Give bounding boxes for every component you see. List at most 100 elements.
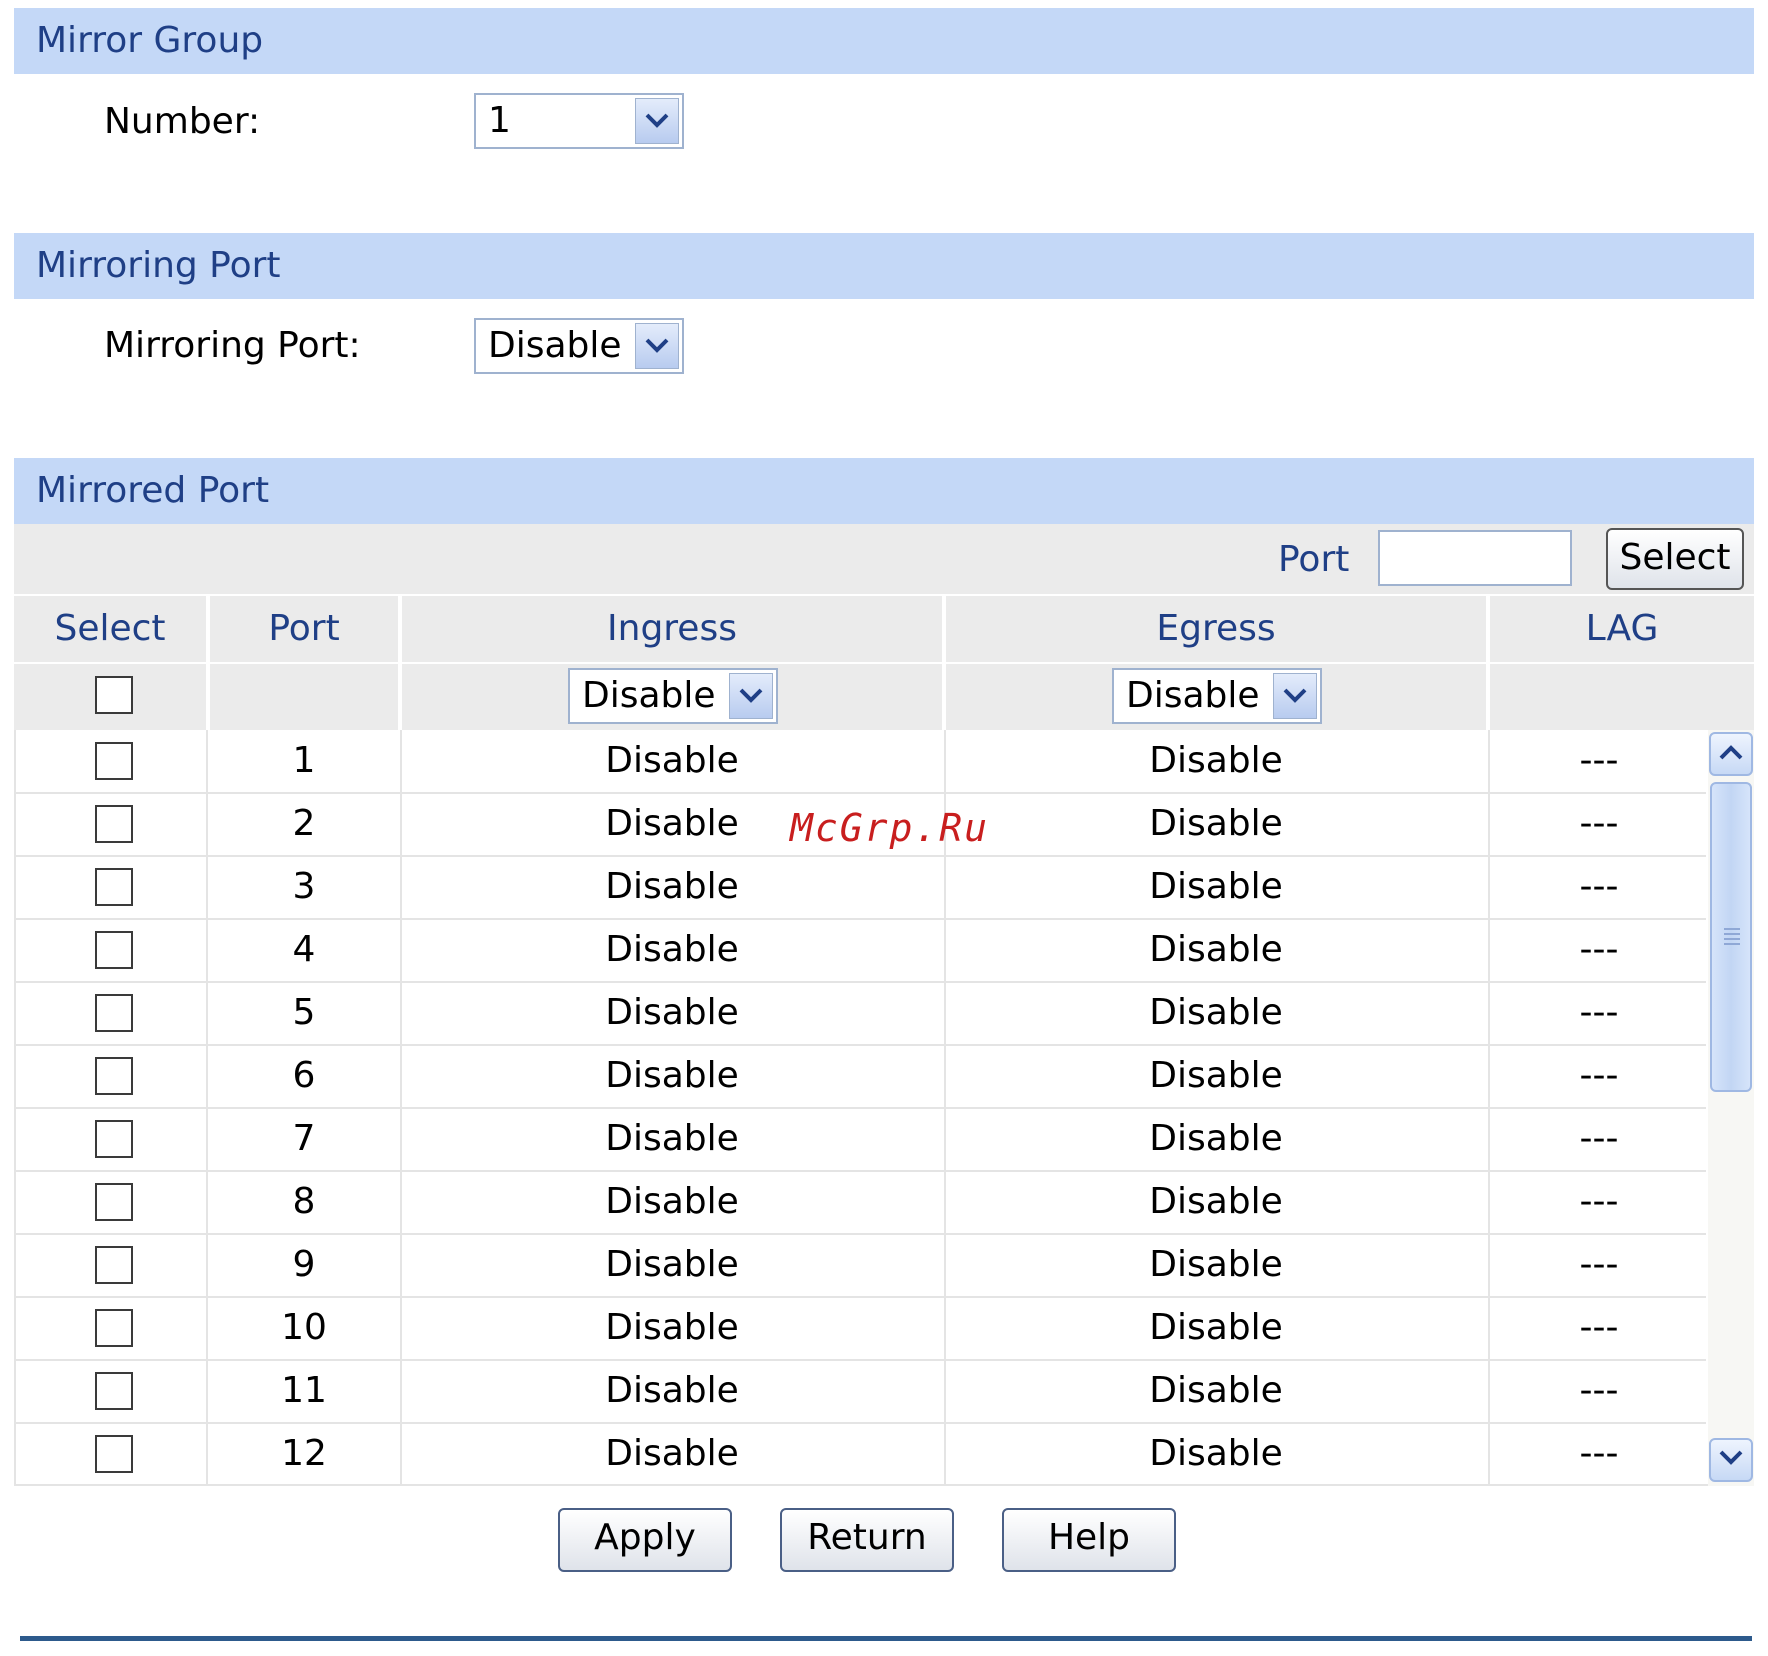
row-lag-value: --- xyxy=(1579,929,1619,970)
row-egress-status: Disable xyxy=(1149,740,1283,781)
row-lag-value: --- xyxy=(1579,1055,1619,1096)
ingress-all-select[interactable]: Disable xyxy=(568,668,778,724)
row-egress-status: Disable xyxy=(1149,1370,1283,1411)
column-separator xyxy=(942,596,946,730)
chevron-down-icon[interactable] xyxy=(1273,673,1317,719)
row-port-number: 11 xyxy=(281,1370,327,1411)
mirroring-port-label: Mirroring Port: xyxy=(104,325,361,366)
column-separator xyxy=(398,596,402,730)
port-select-button[interactable]: Select xyxy=(1606,528,1744,590)
scroll-up-button[interactable] xyxy=(1709,732,1753,776)
row-egress-status: Disable xyxy=(1149,929,1283,970)
row-ingress-status: Disable xyxy=(605,1055,739,1096)
row-ingress-status: Disable xyxy=(605,1244,739,1285)
mirroring-port-select-value: Disable xyxy=(488,325,622,366)
chevron-up-icon xyxy=(1718,743,1744,765)
row-lag-value: --- xyxy=(1579,1370,1619,1411)
row-egress-status: Disable xyxy=(1149,1244,1283,1285)
row-lag-value: --- xyxy=(1579,1433,1619,1474)
column-header-select: Select xyxy=(54,608,166,649)
row-select-checkbox[interactable] xyxy=(95,1309,133,1347)
number-select-value: 1 xyxy=(488,100,511,141)
row-egress-status: Disable xyxy=(1149,1118,1283,1159)
row-select-checkbox[interactable] xyxy=(95,994,133,1032)
row-ingress-status: Disable xyxy=(605,740,739,781)
chevron-down-icon xyxy=(1718,1449,1744,1471)
bulk-edit-row xyxy=(14,664,1754,730)
chevron-down-icon[interactable] xyxy=(635,98,679,144)
row-lag-value: --- xyxy=(1579,1244,1619,1285)
row-lag-value: --- xyxy=(1579,803,1619,844)
number-label: Number: xyxy=(104,101,261,142)
row-port-number: 10 xyxy=(281,1307,327,1348)
chevron-down-icon[interactable] xyxy=(635,323,679,369)
egress-all-select[interactable]: Disable xyxy=(1112,668,1322,724)
row-lag-value: --- xyxy=(1579,992,1619,1033)
column-header-port: Port xyxy=(268,608,340,649)
row-lag-value: --- xyxy=(1579,1307,1619,1348)
row-lag-value: --- xyxy=(1579,1181,1619,1222)
row-select-checkbox[interactable] xyxy=(95,805,133,843)
mirror-group-title: Mirror Group xyxy=(36,20,264,61)
row-lag-value: --- xyxy=(1579,866,1619,907)
row-egress-status: Disable xyxy=(1149,1307,1283,1348)
row-port-number: 8 xyxy=(292,1181,316,1222)
row-select-checkbox[interactable] xyxy=(95,1183,133,1221)
row-select-checkbox[interactable] xyxy=(95,931,133,969)
row-port-number: 9 xyxy=(292,1244,316,1285)
row-select-checkbox[interactable] xyxy=(95,742,133,780)
row-select-checkbox[interactable] xyxy=(95,1372,133,1410)
mirror-group-header: Mirror Group xyxy=(14,8,1754,74)
row-egress-status: Disable xyxy=(1149,992,1283,1033)
row-egress-status: Disable xyxy=(1149,1181,1283,1222)
grip-lines-icon xyxy=(1722,926,1742,952)
mirrored-port-header: Mirrored Port xyxy=(14,458,1754,524)
number-select[interactable]: 1 xyxy=(474,93,684,149)
column-header-egress: Egress xyxy=(1156,608,1276,649)
row-select-checkbox[interactable] xyxy=(95,1246,133,1284)
mirroring-port-title: Mirroring Port xyxy=(36,245,281,286)
row-lag-value: --- xyxy=(1579,740,1619,781)
port-filter-label: Port xyxy=(1278,539,1350,580)
column-header-lag: LAG xyxy=(1585,608,1659,649)
scroll-thumb[interactable] xyxy=(1710,782,1752,1092)
row-egress-status: Disable xyxy=(1149,866,1283,907)
row-port-number: 3 xyxy=(292,866,316,907)
row-ingress-status: Disable xyxy=(605,1181,739,1222)
row-ingress-status: Disable xyxy=(605,929,739,970)
ingress-all-value: Disable xyxy=(582,675,716,716)
row-port-number: 7 xyxy=(292,1118,316,1159)
row-port-number: 1 xyxy=(292,740,316,781)
mirrored-port-title: Mirrored Port xyxy=(36,470,270,511)
row-egress-status: Disable xyxy=(1149,803,1283,844)
mirroring-port-select[interactable]: Disable xyxy=(474,318,684,374)
row-select-checkbox[interactable] xyxy=(95,1120,133,1158)
row-ingress-status: Disable xyxy=(605,866,739,907)
row-port-number: 6 xyxy=(292,1055,316,1096)
select-all-checkbox[interactable] xyxy=(95,676,133,714)
row-egress-status: Disable xyxy=(1149,1055,1283,1096)
egress-all-value: Disable xyxy=(1126,675,1260,716)
port-filter-input[interactable] xyxy=(1378,530,1572,586)
row-select-checkbox[interactable] xyxy=(95,1057,133,1095)
row-lag-value: --- xyxy=(1579,1118,1619,1159)
watermark-text: McGrp.Ru xyxy=(790,806,990,850)
column-header-ingress: Ingress xyxy=(607,608,737,649)
column-separator xyxy=(206,596,210,730)
row-ingress-status: Disable xyxy=(605,1433,739,1474)
row-port-number: 2 xyxy=(292,803,316,844)
bottom-divider xyxy=(20,1636,1752,1641)
apply-button[interactable]: Apply xyxy=(558,1508,732,1572)
row-ingress-status: Disable xyxy=(605,992,739,1033)
help-button[interactable]: Help xyxy=(1002,1508,1176,1572)
row-ingress-status: Disable xyxy=(605,1370,739,1411)
row-port-number: 12 xyxy=(281,1433,327,1474)
row-egress-status: Disable xyxy=(1149,1433,1283,1474)
row-select-checkbox[interactable] xyxy=(95,868,133,906)
row-select-checkbox[interactable] xyxy=(95,1435,133,1473)
scroll-down-button[interactable] xyxy=(1709,1438,1753,1482)
column-separator xyxy=(1486,596,1490,730)
row-ingress-status: Disable xyxy=(605,1118,739,1159)
chevron-down-icon[interactable] xyxy=(729,673,773,719)
return-button[interactable]: Return xyxy=(780,1508,954,1572)
